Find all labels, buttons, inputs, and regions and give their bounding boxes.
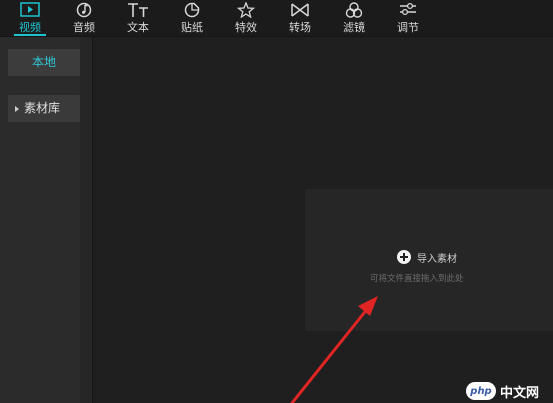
annotation-arrow [290,296,378,403]
site-watermark: php 中文网 [466,380,539,402]
watermark-text: 中文网 [500,385,540,401]
watermark-logo: php [466,382,496,400]
